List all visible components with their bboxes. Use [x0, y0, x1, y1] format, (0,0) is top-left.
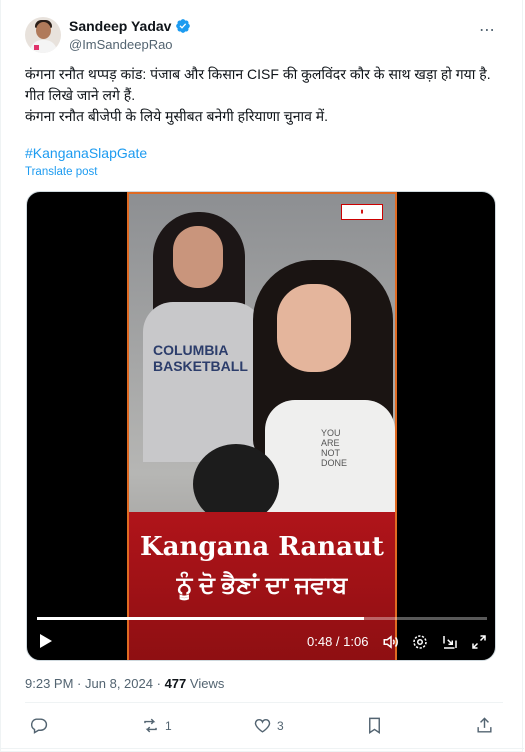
- video-time: 0:48 / 1:06: [307, 634, 369, 649]
- meta-separator: ·: [77, 676, 82, 691]
- channel-logo: ▮: [341, 204, 383, 220]
- views-label: Views: [189, 676, 225, 691]
- settings-icon[interactable]: [411, 633, 429, 651]
- shirt-text-right: YOU ARE NOT DONE: [321, 428, 348, 468]
- views-count: 477: [164, 676, 187, 691]
- heart-icon: [254, 718, 271, 733]
- retweet-count: 1: [165, 718, 172, 733]
- tweet-time[interactable]: 9:23 PM: [25, 676, 73, 691]
- fullscreen-icon[interactable]: [470, 633, 488, 651]
- video-progress-bar[interactable]: [37, 617, 487, 620]
- hashtag-link[interactable]: #KanganaSlapGate: [25, 145, 147, 161]
- banner-subtitle: ਨੂੰ ਦੋ ਭੈਣਾਂ ਦਾ ਜਵਾਬ: [176, 572, 348, 599]
- tweet-card: Sandeep Yadav @ImSandeepRao ⋯ कंगना रनौत…: [0, 0, 524, 752]
- tweet-date[interactable]: Jun 8, 2024: [85, 676, 153, 691]
- share-button[interactable]: [475, 716, 499, 735]
- author-name[interactable]: Sandeep Yadav: [69, 18, 171, 34]
- video-frame: ▮ COLUMBIA BASKETBALL YOU ARE NOT DONE K…: [127, 192, 397, 660]
- more-options-icon[interactable]: ⋯: [479, 20, 496, 40]
- bookmark-icon: [369, 717, 380, 734]
- tweet-meta: 9:23 PM · Jun 8, 2024 · 477 Views: [25, 676, 224, 691]
- tweet-text: कंगना रनौत थप्पड़ कांड: पंजाब और किसान C…: [25, 66, 491, 124]
- video-person-left: COLUMBIA BASKETBALL: [143, 212, 263, 462]
- bottom-divider: [1, 748, 524, 749]
- picture-in-picture-icon[interactable]: [441, 633, 459, 651]
- video-player[interactable]: ▮ COLUMBIA BASKETBALL YOU ARE NOT DONE K…: [26, 191, 496, 661]
- verified-badge-icon: [176, 19, 191, 33]
- author-avatar[interactable]: [25, 17, 61, 53]
- video-progress-fill: [37, 617, 365, 620]
- author-name-row[interactable]: Sandeep Yadav: [69, 18, 191, 34]
- like-count: 3: [277, 718, 284, 733]
- divider: [25, 702, 503, 703]
- share-icon: [477, 717, 492, 733]
- banner-title: Kangana Ranaut: [140, 532, 384, 562]
- volume-icon[interactable]: [382, 633, 400, 651]
- translate-post-link[interactable]: Translate post: [25, 166, 97, 178]
- reply-icon: [30, 718, 48, 734]
- play-icon[interactable]: [39, 633, 53, 649]
- reply-button[interactable]: [29, 716, 53, 735]
- like-button[interactable]: 3: [253, 716, 284, 735]
- retweet-icon: [144, 718, 157, 733]
- author-handle[interactable]: @ImSandeepRao: [69, 37, 173, 52]
- bookmark-button[interactable]: [365, 716, 389, 735]
- meta-separator: ·: [156, 676, 161, 691]
- retweet-button[interactable]: 1: [141, 716, 172, 735]
